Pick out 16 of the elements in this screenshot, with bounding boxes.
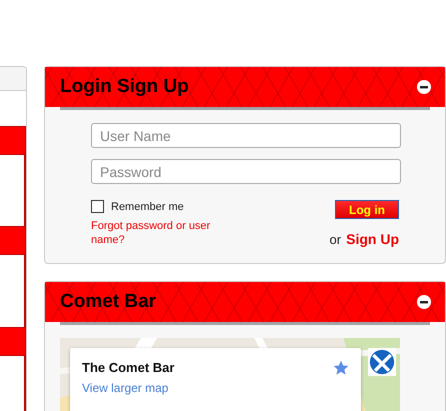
panel-title: Comet Bar bbox=[60, 291, 156, 313]
login-button[interactable]: Log in bbox=[335, 200, 399, 219]
star-icon[interactable] bbox=[333, 360, 349, 376]
collapse-icon[interactable] bbox=[417, 80, 431, 94]
password-field[interactable]: Password bbox=[91, 159, 401, 184]
username-field[interactable]: User Name bbox=[91, 123, 401, 148]
flag-icon[interactable] bbox=[368, 348, 396, 376]
remember-checkbox[interactable] bbox=[91, 200, 104, 213]
place-name: The Comet Bar bbox=[82, 360, 174, 375]
sign-up-link[interactable]: Sign Up bbox=[346, 231, 399, 247]
view-larger-map-link[interactable]: View larger map bbox=[82, 381, 174, 395]
remember-label: Remember me bbox=[111, 200, 184, 212]
forgot-password-link[interactable]: Forgot password or user name? bbox=[91, 219, 231, 247]
collapse-icon[interactable] bbox=[417, 295, 431, 309]
or-text: or bbox=[330, 232, 342, 247]
panel-title: Login Sign Up bbox=[60, 76, 189, 98]
